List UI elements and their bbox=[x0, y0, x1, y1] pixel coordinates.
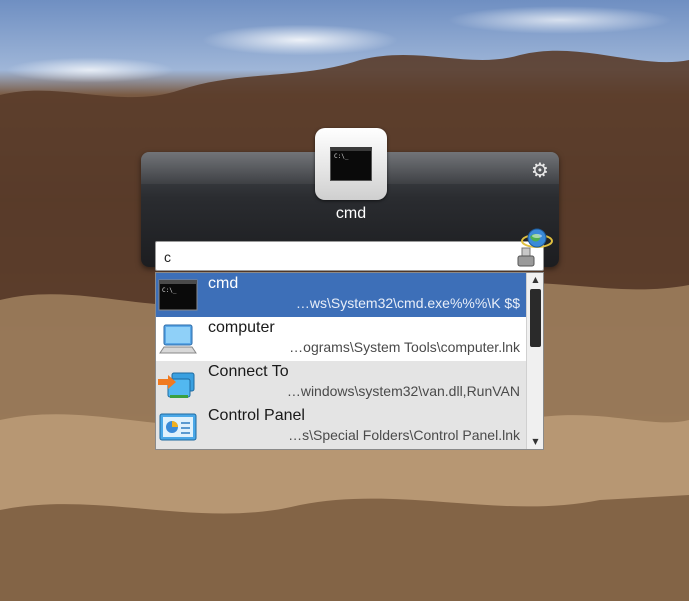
result-path: …ograms\System Tools\computer.lnk bbox=[289, 339, 520, 355]
app-tile[interactable]: C:\_ bbox=[315, 128, 387, 200]
result-row-computer[interactable]: computer …ograms\System Tools\computer.l… bbox=[156, 317, 526, 361]
svg-text:C:\_: C:\_ bbox=[162, 287, 177, 294]
result-row-connect-to[interactable]: Connect To …windows\system32\van.dll,Run… bbox=[156, 361, 526, 405]
search-input[interactable] bbox=[162, 245, 506, 269]
result-title: Connect To bbox=[208, 363, 289, 380]
network-connections-icon bbox=[158, 372, 195, 398]
usb-plug-icon bbox=[517, 247, 535, 267]
control-panel-icon bbox=[159, 413, 197, 441]
result-path: …windows\system32\van.dll,RunVAN bbox=[286, 383, 520, 399]
result-row-control-panel[interactable]: Control Panel …s\Special Folders\Control… bbox=[156, 405, 526, 449]
app-name-label: cmd bbox=[335, 205, 367, 222]
computer-icon bbox=[159, 324, 197, 354]
result-path: …s\Special Folders\Control Panel.lnk bbox=[288, 427, 520, 443]
gear-icon[interactable]: ⚙ bbox=[530, 160, 550, 180]
tile-screen-text: C:\_ bbox=[334, 153, 349, 160]
result-row-cmd[interactable]: C:\_ cmd …ws\System32\cmd.exe%%%\K $$ bbox=[156, 273, 526, 317]
scroll-up-arrow-icon[interactable]: ▲ bbox=[527, 273, 543, 287]
results-scrollbar[interactable]: ▲ ▼ bbox=[526, 273, 543, 449]
result-title: Control Panel bbox=[208, 407, 305, 424]
results-list[interactable]: C:\_ cmd …ws\System32\cmd.exe%%%\K $$ co… bbox=[155, 272, 544, 450]
result-title: computer bbox=[208, 319, 275, 336]
command-prompt-icon: C:\_ bbox=[158, 279, 198, 311]
result-title: cmd bbox=[208, 275, 239, 292]
scroll-thumb[interactable] bbox=[530, 289, 541, 347]
scroll-down-arrow-icon[interactable]: ▼ bbox=[527, 435, 543, 449]
result-path: …ws\System32\cmd.exe%%%\K $$ bbox=[295, 295, 520, 311]
search-box[interactable] bbox=[155, 241, 544, 271]
command-prompt-icon: C:\_ bbox=[330, 147, 372, 181]
